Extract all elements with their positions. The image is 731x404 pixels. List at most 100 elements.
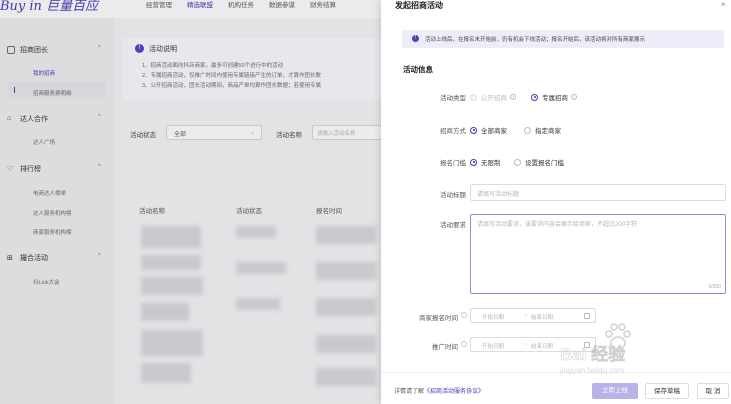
name-filter-placeholder: 请输入活动名称 — [317, 131, 356, 137]
radio-exclusive-invite[interactable]: 专属招商 ? — [531, 92, 577, 102]
merchant-date-range[interactable]: 开始日期 ~ 结束日期 — [470, 308, 596, 323]
drawer-title: 发起招商活动 — [395, 1, 443, 10]
save-draft-button[interactable]: 保存草稿 — [645, 383, 689, 399]
agreement-link[interactable]: 《招商活动服务协议》 — [424, 389, 484, 395]
cancel-button[interactable]: 取 消 — [697, 383, 729, 399]
topnav-item[interactable]: 机构任务 — [228, 2, 254, 10]
radio-dot — [524, 126, 531, 134]
radio-public-invite[interactable]: 公开招商 ? — [470, 92, 516, 102]
title-field-label: 活动标题 — [440, 192, 466, 199]
topnav-item[interactable]: 数据参谋 — [269, 2, 295, 10]
blurred-row — [141, 226, 201, 248]
sidebar-item-ranking[interactable]: 达人服务机构榜 — [33, 209, 72, 217]
radio-dot — [470, 126, 477, 134]
table-header-signup-time: 报名时间 — [316, 208, 342, 215]
char-counter: 0/200 — [708, 284, 721, 290]
sidebar-group-label: 招商团长 — [20, 47, 48, 54]
question-icon[interactable]: ? — [510, 94, 516, 100]
date-end: 结束日期 — [531, 315, 554, 321]
topnav-item[interactable]: 财务结算 — [310, 2, 336, 10]
footer-prefix: 详情请了解 — [394, 389, 425, 395]
chevron-up-icon: ^ — [98, 253, 101, 259]
info-banner-text: 活动上线后，在报名未开始前，仍有机会下线活动；报名开始后，该活动将对所有商家展示 — [425, 37, 646, 43]
heart-icon: ♡ — [7, 166, 14, 173]
status-filter-label: 活动状态 — [130, 132, 156, 139]
watermark-text: Bai 经验 — [560, 345, 626, 365]
info-banner: ! 活动上线后，在报名未开始前，仍有机会下线活动；报名开始后，该活动将对所有商家… — [402, 30, 724, 48]
blurred-cell — [236, 262, 286, 274]
activity-notice: ! 活动说明 1、招商活动面向抖店商家，最多可创建50个进行中的活动 2、专属招… — [123, 38, 381, 100]
title-input[interactable]: 请填写活动标题 — [470, 184, 726, 201]
blurred-cell — [316, 262, 376, 280]
requirement-placeholder: 请填写活动要求，该要求内容会展示给商家，不超过200字符 — [477, 222, 638, 228]
blurred-cell — [236, 298, 280, 310]
blurred-cell — [316, 298, 376, 316]
topnav-item-active[interactable]: 精选联盟 — [187, 2, 213, 10]
watermark-url: jingyan.baidu.com — [560, 366, 625, 375]
sidebar-item-my-invites[interactable]: 我的招商 — [33, 69, 55, 77]
sidebar-group-ranking[interactable]: ♡ 排行榜 ^ — [7, 164, 101, 174]
radio-set-threshold[interactable]: 设置报名门槛 — [514, 157, 564, 167]
watermark: Bai 经验 jingyan.baidu.com — [560, 322, 700, 382]
merchant-time-label: 商家报名时间 — [419, 315, 458, 322]
status-filter-select[interactable]: 全部 ⌄ — [166, 125, 262, 140]
notice-line: 2、专属招商活动，仅推广时间内使用专属链接产生的订单，才算作团长数 — [142, 73, 322, 79]
sidebar-item-link-conference[interactable]: 抖Link大会 — [33, 278, 60, 286]
radio-dot — [470, 158, 477, 166]
radio-specified-merchants[interactable]: 指定商家 — [524, 125, 561, 135]
chevron-up-icon: ^ — [98, 164, 101, 170]
blurred-row — [141, 363, 191, 383]
sidebar-item-fee-detail[interactable]: 招商服务费明细 — [33, 89, 72, 97]
radio-no-limit[interactable]: 无限制 — [470, 157, 501, 167]
name-filter-label: 活动名称 — [276, 132, 302, 139]
blurred-row — [141, 303, 189, 321]
requirement-textarea[interactable]: 请填写活动要求，该要求内容会展示给商家，不超过200字符 0/200 — [470, 214, 726, 294]
chevron-up-icon: ^ — [98, 45, 101, 51]
invite-mode-label: 招商方式 — [440, 128, 466, 135]
notice-title: 活动说明 — [149, 46, 177, 53]
top-nav: 经营管理 精选联盟 机构任务 数据参谋 财务结算 — [146, 2, 351, 10]
publish-button[interactable]: 立即上线 — [592, 383, 638, 399]
blurred-row — [141, 277, 203, 295]
question-icon[interactable] — [461, 312, 467, 318]
blurred-cell — [316, 335, 376, 353]
sidebar-item-ranking[interactable]: 商家服务机构榜 — [33, 228, 72, 236]
sidebar-group-merchant[interactable]: 招商团长 ^ — [7, 45, 101, 55]
sidebar-group-label: 撮合活动 — [20, 255, 48, 262]
question-icon[interactable] — [461, 341, 467, 347]
footer-text: 详情请了解《招商活动服务协议》 — [394, 386, 484, 395]
radio-label: 设置报名门槛 — [525, 160, 564, 167]
topnav-item[interactable]: 经营管理 — [146, 2, 172, 10]
status-filter-value: 全部 — [174, 132, 187, 138]
notice-line: 1、招商活动面向抖店商家，最多可创建50个进行中的活动 — [142, 63, 284, 69]
table-header-name: 活动名称 — [139, 208, 165, 215]
radio-label: 公开招商 — [481, 95, 507, 102]
sidebar-group-influencer[interactable]: ⌂ 达人合作 ^ — [7, 114, 101, 124]
requirement-label: 活动要求 — [440, 222, 466, 229]
brand-logo[interactable]: Buy in 巨量百应 — [0, 0, 98, 14]
radio-label: 专属招商 — [542, 95, 568, 102]
home-icon: ⌂ — [7, 115, 12, 122]
date-start: 开始日期 — [482, 344, 505, 350]
radio-dot — [514, 158, 521, 166]
name-filter-input[interactable]: 请输入活动名称 — [312, 125, 382, 140]
sidebar-group-match[interactable]: ⊞ 撮合活动 ^ — [7, 253, 101, 263]
chevron-up-icon: ^ — [98, 114, 101, 120]
radio-dot — [531, 93, 538, 101]
close-icon[interactable]: × — [721, 0, 726, 9]
sidebar-active-indicator — [14, 87, 15, 93]
blurred-row — [141, 255, 201, 270]
notice-line: 3、公开招商活动，团长活动期间，商品产单均算作团长数据；若使用专属 — [142, 83, 322, 89]
question-icon[interactable]: ? — [571, 94, 577, 100]
sidebar-item-influencer-square[interactable]: 达人广场 — [33, 138, 55, 146]
radio-label: 指定商家 — [535, 128, 561, 135]
radio-all-merchants[interactable]: 全部商家 — [470, 125, 507, 135]
sidebar-item-ranking[interactable]: 电商达人榜单 — [33, 189, 66, 197]
date-separator: ~ — [524, 313, 528, 319]
grid-icon: ⊞ — [7, 255, 13, 262]
radio-label: 全部商家 — [481, 128, 507, 135]
blurred-row — [141, 330, 203, 356]
blurred-cell — [316, 226, 376, 244]
sidebar-group-label: 达人合作 — [20, 116, 48, 123]
chevron-down-icon: ⌄ — [249, 130, 255, 136]
